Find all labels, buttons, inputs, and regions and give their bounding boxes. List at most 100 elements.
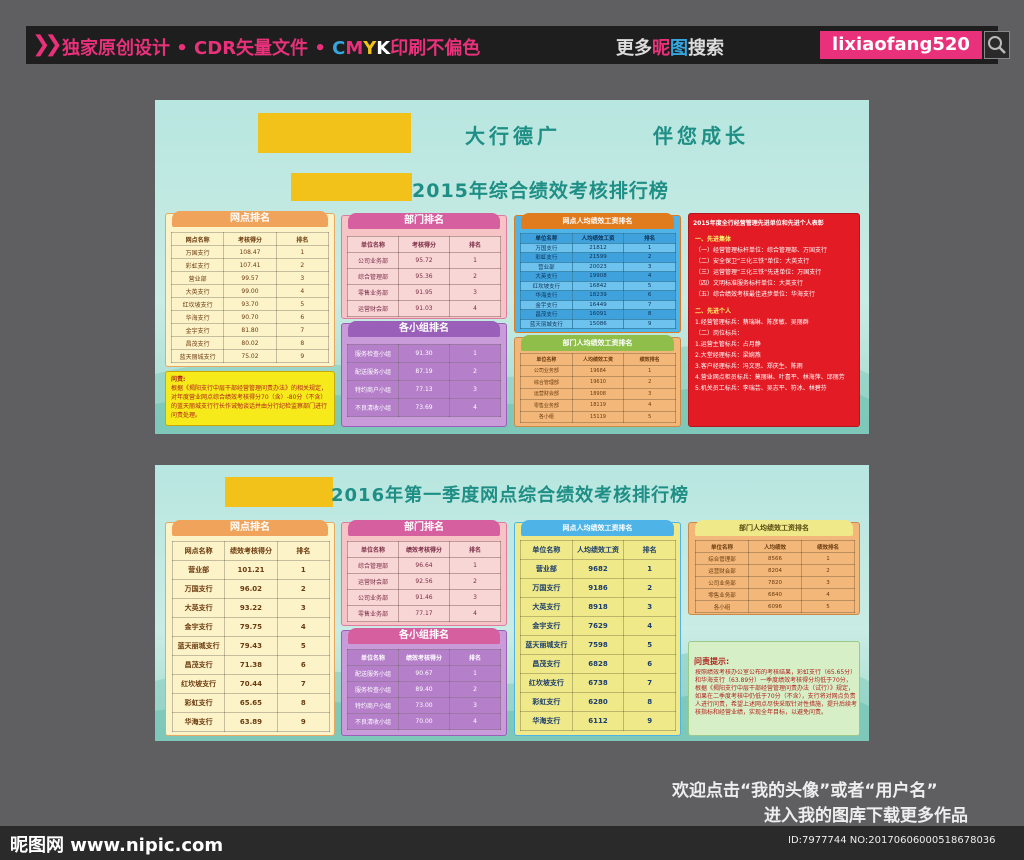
table-row: 彩虹支行 6280 8 — [520, 692, 676, 712]
table-header-cell: 单位名称 — [347, 236, 399, 253]
table-cell: 79.43 — [224, 636, 278, 656]
award-line: （二）岗位标兵： — [695, 330, 744, 337]
table-cell: 89.40 — [398, 681, 450, 698]
table-row: 各小组 6096 5 — [695, 600, 855, 613]
welcome-line-1: 欢迎点击“我的头像”或者“用户名” — [672, 781, 938, 801]
username-search-box[interactable]: lixiaofang520 — [820, 31, 982, 59]
logo-placeholder — [258, 113, 411, 153]
table-cell: 5 — [623, 635, 676, 655]
table-cell: 昌茂支行 — [520, 654, 573, 674]
table-header-cell: 单位名称 — [347, 649, 399, 666]
panel-tab: 网点排名 — [172, 211, 328, 227]
table-cell: 6840 — [748, 588, 802, 601]
table-header-cell: 网点名称 — [171, 541, 226, 561]
table-cell: 特约商户小组 — [347, 380, 399, 399]
table-cell: 昌茂支行 — [171, 655, 226, 675]
table-cell: 2 — [276, 579, 331, 599]
table-cell: 万国支行 — [520, 242, 573, 253]
panel-tab: 部门排名 — [348, 213, 500, 229]
table-row: 金宇支行 81.80 7 — [170, 323, 330, 337]
search-button[interactable] — [984, 31, 1010, 59]
table-cell: 9 — [623, 318, 676, 329]
table-cell: 5 — [275, 297, 330, 311]
table-cell: 8 — [623, 309, 676, 320]
dept-salary-panel: 部门人均绩效工资排名 单位名称 人均绩效 绩效排名 综合管理部 8566 1 运营财会部 82… — [688, 520, 860, 615]
table-row: 运营财会部 91.03 4 — [347, 300, 501, 317]
table-row: 特约商户小组 73.00 3 — [347, 697, 501, 714]
table-row: 零售业务部 77.17 4 — [347, 605, 501, 622]
table-cell: 6738 — [571, 673, 625, 693]
table-row: 运营财会部 8204 2 — [695, 564, 855, 577]
table-header-cell: 单位名称 — [695, 540, 749, 553]
table-row: 公司业务部 91.46 3 — [347, 589, 501, 606]
table-header-row: 网点名称 考核得分 排名 — [170, 232, 330, 246]
table-cell: 18119 — [571, 399, 625, 412]
table-cell: 80.02 — [223, 336, 277, 350]
table-header-cell: 绩效考核得分 — [398, 649, 450, 666]
table-header-cell: 排名 — [623, 540, 676, 560]
table-cell: 不良清收小组 — [347, 398, 399, 417]
table-cell: 6 — [276, 655, 331, 675]
table-cell: 4 — [623, 399, 676, 412]
table-row: 零售业务部 91.95 3 — [347, 284, 501, 301]
table-cell: 华海支行 — [170, 310, 225, 324]
table-cell: 5 — [623, 280, 676, 291]
table-cell: 77.13 — [398, 380, 450, 399]
nipic-logo[interactable]: 昵图网 www.nipic.com — [10, 831, 223, 857]
accountability-tips-panel: 问责提示: 按照绩效考核办公室公布的考核结果，彩虹支行（65.65分）和华海支行… — [688, 641, 860, 736]
table-row: 公司业务部 95.72 1 — [347, 252, 501, 269]
table-cell: 1 — [276, 560, 331, 580]
table-cell: 1 — [623, 364, 676, 377]
table-row: 蓝天丽城支行 15086 9 — [520, 318, 676, 329]
table-cell: 营业部 — [520, 559, 573, 579]
table-cell: 8918 — [571, 597, 625, 617]
board-2015: 大行德广 伴您成长 2015年综合绩效考核排行榜 网点排名 网点名称 考核得分 排名… — [155, 100, 869, 434]
table-cell: 3 — [276, 598, 331, 618]
table-cell: 3 — [801, 576, 855, 589]
table-cell: 79.75 — [224, 617, 278, 637]
dept-ranking-table: 单位名称 绩效考核得分 排名 综合管理部 96.64 1 运营财会部 92.56 2 公司业务部 9… — [347, 541, 501, 622]
branch-salary-table: 单位名称 人均绩效工资 排名 万国支行 21812 1 彩虹支行 21599 2 营业部 20023… — [520, 233, 676, 329]
table-cell: 运营财会部 — [347, 300, 399, 317]
table-cell: 2 — [801, 564, 855, 577]
table-header-cell: 单位名称 — [520, 353, 573, 366]
table-cell: 107.41 — [223, 258, 277, 272]
table-cell: 蓝天丽城支行 — [520, 635, 573, 655]
table-cell: 1 — [275, 245, 330, 259]
table-cell: 65.65 — [224, 693, 278, 713]
table-cell: 9 — [623, 711, 676, 731]
table-cell: 81.80 — [223, 323, 277, 337]
table-cell: 108.47 — [223, 245, 277, 259]
table-cell: 零售业务部 — [520, 399, 573, 412]
table-cell: 红坎坡支行 — [170, 297, 225, 311]
dept-ranking-table: 单位名称 考核得分 排名 公司业务部 95.72 1 综合管理部 95.36 2 零售业务部 91.… — [347, 236, 501, 317]
table-cell: 各小组 — [520, 410, 573, 423]
table-cell: 1 — [623, 242, 676, 253]
table-cell: 95.36 — [398, 268, 450, 285]
dept-ranking-panel: 部门排名 单位名称 考核得分 排名 公司业务部 95.72 1 综合管理部 95.36 2 零售业… — [341, 213, 507, 319]
table-cell: 综合管理部 — [695, 552, 749, 565]
table-cell: 90.70 — [223, 310, 277, 324]
table-cell: 万国支行 — [520, 578, 573, 598]
award-line: （五）综合绩效考核最佳进步单位：华海支行 — [695, 291, 816, 298]
table-cell: 营业部 — [171, 560, 226, 580]
table-cell: 运营财会部 — [520, 387, 573, 400]
group-ranking-panel: 各小组排名 服务检查小组 91.30 1 配送服务小组 87.19 2 特约商户小组 77.1… — [341, 321, 507, 427]
table-cell: 万国支行 — [170, 245, 225, 259]
table-cell: 营业部 — [520, 261, 573, 272]
table-cell: 73.00 — [398, 697, 450, 714]
double-chevron-icon: ❯❯ — [32, 32, 63, 57]
table-cell: 公司业务部 — [695, 576, 749, 589]
table-header-row: 单位名称 人均绩效工资 排名 — [520, 233, 676, 244]
table-cell: 9682 — [571, 559, 625, 579]
table-row: 零售业务部 18119 4 — [520, 399, 676, 412]
table-cell: 8 — [275, 336, 330, 350]
table-header-cell: 绩效排名 — [801, 540, 855, 553]
award-line: （一）经营管理标杆单位：综合管理部、万国支行 — [695, 247, 828, 254]
table-row: 红坎坡支行 16842 5 — [520, 280, 676, 291]
tips-text: 按照绩效考核办公室公布的考核结果，彩虹支行（65.65分）和华海支行（63.89… — [695, 669, 857, 716]
table-row: 公司业务部 7820 3 — [695, 576, 855, 589]
dept-salary-panel: 部门人均绩效工资排名 单位名称 人均绩效工资 绩效排名 公司业务部 19684 1 综合管理… — [514, 335, 681, 427]
table-cell: 营业部 — [170, 271, 225, 285]
table-cell: 配送服务小组 — [347, 362, 399, 381]
